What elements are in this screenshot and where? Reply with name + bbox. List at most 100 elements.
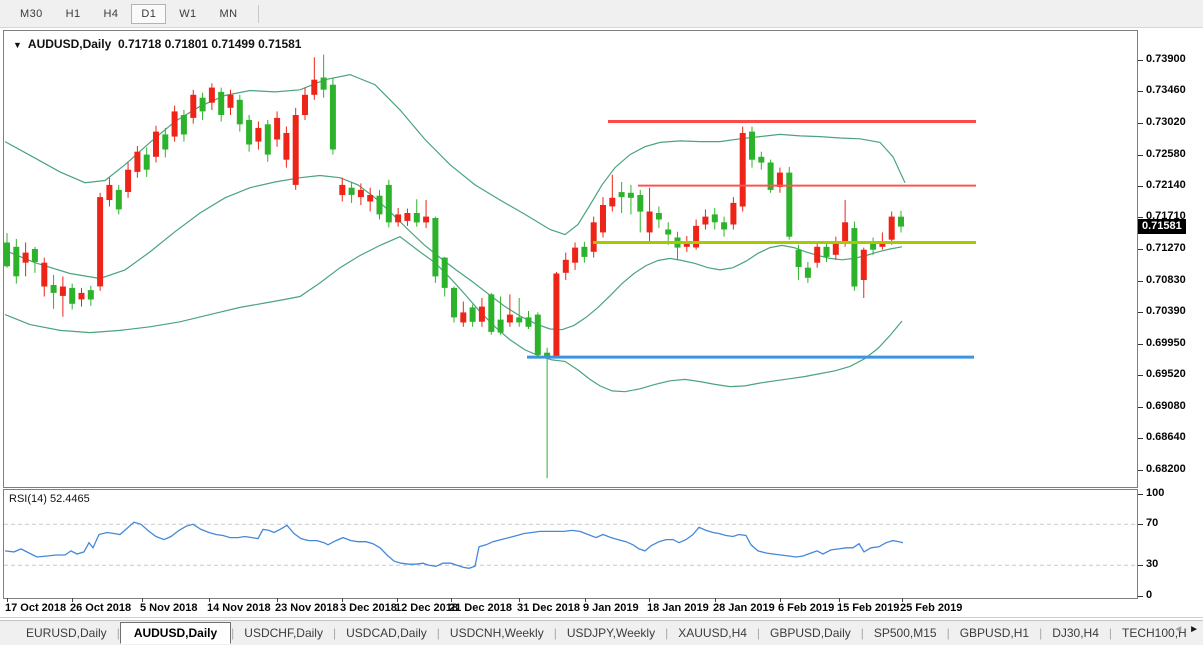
candle-body xyxy=(255,128,261,142)
candle-body xyxy=(228,95,234,108)
date-axis-label: 9 Jan 2019 xyxy=(583,602,639,614)
timeframe-button-h4[interactable]: H4 xyxy=(93,4,128,24)
price-axis-tick xyxy=(1138,407,1143,408)
date-axis-tick xyxy=(902,598,903,602)
candle-body xyxy=(404,213,410,221)
timeframe-button-m30[interactable]: M30 xyxy=(10,4,53,24)
price-axis-tick xyxy=(1138,186,1143,187)
candle-body xyxy=(302,95,308,115)
timeframe-button-mn[interactable]: MN xyxy=(210,4,248,24)
candle-body xyxy=(749,132,755,160)
candle-body xyxy=(535,315,541,355)
candle-body xyxy=(395,214,401,222)
date-axis-tick xyxy=(780,598,781,602)
price-axis-tick xyxy=(1138,438,1143,439)
rsi-axis-tick xyxy=(1138,565,1143,566)
candle-body xyxy=(442,258,448,288)
tab-gbpusd-h1[interactable]: GBPUSD,H1 xyxy=(950,623,1039,643)
candle-body xyxy=(330,85,336,150)
date-axis-tick xyxy=(72,598,73,602)
tab-sp500-m15[interactable]: SP500,M15 xyxy=(864,623,947,643)
candle-body xyxy=(824,247,830,257)
candle-body xyxy=(758,157,764,163)
candle-body xyxy=(460,312,466,322)
candle-body xyxy=(358,190,364,197)
candle-body xyxy=(572,248,578,263)
candle-body xyxy=(693,226,699,248)
candle-body xyxy=(367,195,373,202)
price-axis-tick xyxy=(1138,60,1143,61)
tab-audusd-daily[interactable]: AUDUSD,Daily xyxy=(120,622,231,644)
price-axis-label: 0.69950 xyxy=(1146,337,1186,349)
price-axis-tick xyxy=(1138,155,1143,156)
candle-body xyxy=(507,315,513,323)
price-axis-tick xyxy=(1138,249,1143,250)
candle-body xyxy=(190,95,196,118)
date-axis-tick xyxy=(649,598,650,602)
candle-body xyxy=(730,203,736,225)
candle-body xyxy=(628,193,634,198)
candle-body xyxy=(209,88,215,103)
candle-body xyxy=(69,288,75,304)
price-axis-tick xyxy=(1138,470,1143,471)
tab-usdjpy-weekly[interactable]: USDJPY,Weekly xyxy=(557,623,665,643)
candle-body xyxy=(51,285,57,293)
tab-scroll-left-icon[interactable]: ◄ xyxy=(1173,624,1183,635)
window-divider xyxy=(0,617,1203,618)
tab-usdcad-daily[interactable]: USDCAD,Daily xyxy=(336,623,437,643)
candle-body xyxy=(32,249,38,262)
tab-usdchf-daily[interactable]: USDCHF,Daily xyxy=(234,623,333,643)
candle-body xyxy=(181,115,187,135)
candle-body xyxy=(172,111,178,136)
rsi-indicator-label: RSI(14) 52.4465 xyxy=(9,493,90,505)
candle-body xyxy=(97,197,103,286)
toolbar-separator xyxy=(258,5,259,23)
rsi-chart-canvas[interactable] xyxy=(4,490,1137,598)
main-chart-canvas[interactable] xyxy=(4,31,1137,487)
collapse-triangle-icon[interactable]: ▼ xyxy=(13,40,22,50)
candle-body xyxy=(200,98,206,112)
candle-body xyxy=(414,213,420,222)
rsi-axis-tick xyxy=(1138,596,1143,597)
candle-body xyxy=(647,212,653,233)
date-axis-label: 25 Feb 2019 xyxy=(900,602,962,614)
candle-body xyxy=(805,268,811,278)
date-axis-label: 15 Feb 2019 xyxy=(837,602,899,614)
candle-body xyxy=(41,263,47,287)
candle-body xyxy=(237,100,243,125)
candle-body xyxy=(786,173,792,237)
candle-body xyxy=(13,247,19,276)
candle-body xyxy=(60,287,66,296)
price-axis-tick xyxy=(1138,91,1143,92)
timeframe-button-w1[interactable]: W1 xyxy=(169,4,206,24)
candle-body xyxy=(712,214,718,222)
candle-body xyxy=(637,195,643,212)
date-axis-label: 17 Oct 2018 xyxy=(5,602,66,614)
price-axis-tick xyxy=(1138,217,1143,218)
tab-eurusd-daily[interactable]: EURUSD,Daily xyxy=(16,623,117,643)
candle-body xyxy=(125,170,131,192)
candle-body xyxy=(553,274,559,357)
candle-body xyxy=(134,152,140,172)
chart-symbol-label: AUDUSD,Daily xyxy=(28,37,111,51)
date-axis-label: 28 Jan 2019 xyxy=(713,602,775,614)
tab-usdcnh-weekly[interactable]: USDCNH,Weekly xyxy=(440,623,554,643)
tab-xauusd-h4[interactable]: XAUUSD,H4 xyxy=(668,623,757,643)
candle-body xyxy=(79,293,85,300)
price-axis-tick xyxy=(1138,375,1143,376)
candle-body xyxy=(23,253,29,263)
tab-dj30-h4[interactable]: DJ30,H4 xyxy=(1042,623,1109,643)
date-axis-label: 14 Nov 2018 xyxy=(207,602,271,614)
tab-gbpusd-daily[interactable]: GBPUSD,Daily xyxy=(760,623,861,643)
candle-body xyxy=(488,294,494,332)
candle-body xyxy=(591,222,597,252)
candle-body xyxy=(311,80,317,95)
date-axis-tick xyxy=(715,598,716,602)
timeframe-button-d1[interactable]: D1 xyxy=(131,4,166,24)
candle-body xyxy=(898,217,904,227)
timeframe-button-h1[interactable]: H1 xyxy=(56,4,91,24)
date-axis-label: 26 Oct 2018 xyxy=(70,602,131,614)
tab-scroll-right-icon[interactable]: ► xyxy=(1189,624,1199,635)
candle-body xyxy=(246,120,252,145)
candle-body xyxy=(106,185,112,200)
